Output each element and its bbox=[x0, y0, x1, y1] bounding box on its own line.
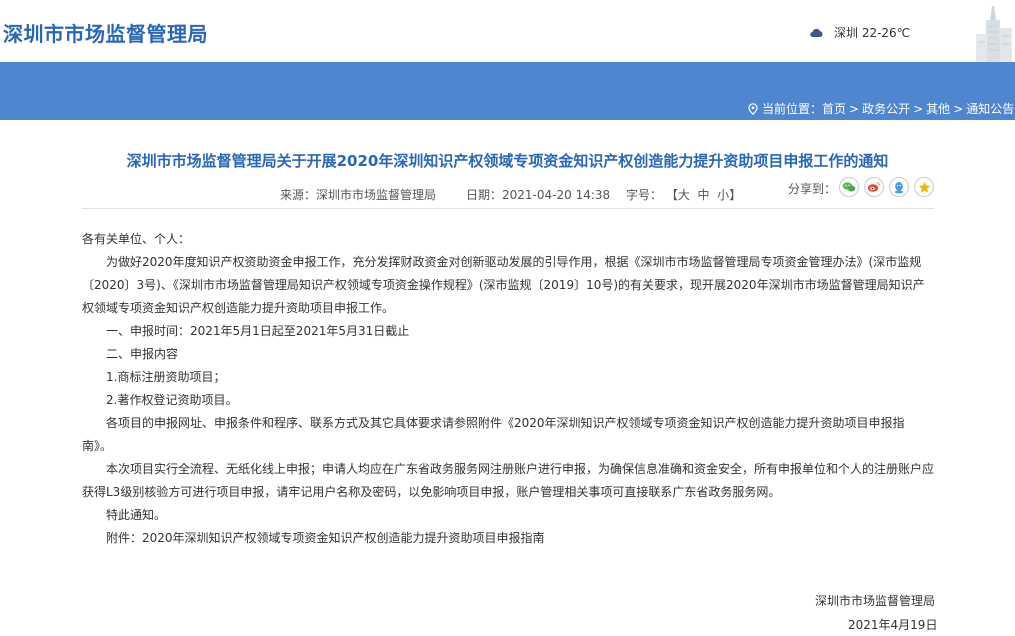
breadcrumb-separator: > bbox=[913, 101, 924, 116]
breadcrumb-notices[interactable]: 通知公告 bbox=[966, 100, 1014, 117]
location-pin-icon bbox=[748, 102, 758, 115]
font-size-label: 字号： bbox=[626, 188, 663, 202]
share-qq-button[interactable] bbox=[889, 177, 909, 197]
share-qzone-button[interactable] bbox=[914, 177, 934, 197]
article-paragraph: 各项目的申报网址、申报条件和程序、联系方式及其它具体要求请参照附件《2020年深… bbox=[82, 416, 905, 453]
site-header: 深圳市市场监督管理局 深圳 22-26℃ bbox=[0, 0, 1015, 62]
article-salutation: 各有关单位、个人： bbox=[82, 232, 191, 246]
breadcrumb: 当前位置： 首页 > 政务公开 > 其他 > 通知公告 bbox=[748, 100, 1014, 117]
weibo-icon bbox=[867, 181, 881, 192]
date-label: 日期： bbox=[466, 188, 503, 202]
share-wechat-button[interactable] bbox=[839, 177, 859, 197]
cloud-icon bbox=[810, 28, 823, 37]
signature-org: 深圳市市场监督管理局 bbox=[815, 594, 936, 608]
article-date: 日期：2021-04-20 14:38 bbox=[466, 186, 610, 203]
site-title[interactable]: 深圳市市场监督管理局 bbox=[3, 18, 208, 47]
font-size-medium[interactable]: 中 bbox=[698, 188, 710, 202]
article-paragraph: 2.著作权登记资助项目。 bbox=[106, 393, 238, 407]
breadcrumb-home[interactable]: 首页 bbox=[822, 100, 846, 117]
building-illustration bbox=[972, 0, 1015, 62]
date-value: 2021-04-20 14:38 bbox=[502, 188, 611, 202]
article-paragraph: 为做好2020年度知识产权资助资金申报工作，充分发挥财政资金对创新驱动发展的引导… bbox=[82, 255, 925, 315]
star-icon bbox=[918, 181, 930, 193]
share-weibo-button[interactable] bbox=[864, 177, 884, 197]
breadcrumb-separator: > bbox=[953, 101, 964, 116]
font-size-small[interactable]: 小 bbox=[717, 188, 729, 202]
signature-date: 2021年4月19日 bbox=[848, 618, 938, 632]
article-title: 深圳市市场监督管理局关于开展2020年深圳知识产权领域专项资金知识产权创造能力提… bbox=[126, 152, 889, 170]
breadcrumb-gov-affairs[interactable]: 政务公开 bbox=[862, 100, 910, 117]
wechat-icon bbox=[842, 182, 856, 192]
font-size-bracket-open: 【 bbox=[665, 188, 678, 202]
font-size-bracket-close: 】 bbox=[729, 188, 742, 202]
breadcrumb-prefix: 当前位置： bbox=[762, 102, 823, 116]
article-paragraph: 特此通知。 bbox=[106, 508, 167, 522]
article-paragraph: 本次项目实行全流程、无纸化线上申报；申请人均应在广东省政务服务网注册账户进行申报… bbox=[82, 462, 935, 499]
meta-divider bbox=[82, 208, 934, 209]
article-source: 来源：深圳市市场监督管理局 bbox=[280, 186, 436, 203]
font-size-control: 字号： 【大 中 小】 bbox=[626, 186, 741, 203]
breadcrumb-separator: > bbox=[849, 101, 860, 116]
article-body: 各有关单位、个人： 为做好2020年度知识产权资助资金申报工作，充分发挥财政资金… bbox=[82, 228, 934, 550]
source-value: 深圳市市场监督管理局 bbox=[316, 188, 437, 202]
weather-widget: 深圳 22-26℃ bbox=[808, 24, 910, 41]
source-label: 来源： bbox=[280, 188, 317, 202]
article-paragraph: 二、申报内容 bbox=[106, 347, 179, 361]
article-paragraph: 一、申报时间：2021年5月1日起至2021年5月31日截止 bbox=[106, 324, 410, 338]
article-attachment-link[interactable]: 附件：2020年深圳知识产权领域专项资金知识产权创造能力提升资助项目申报指南 bbox=[82, 527, 934, 550]
article-paragraph: 1.商标注册资助项目； bbox=[106, 370, 226, 384]
breadcrumb-other[interactable]: 其他 bbox=[926, 100, 950, 117]
qq-icon bbox=[894, 181, 904, 193]
font-size-large[interactable]: 大 bbox=[678, 188, 690, 202]
weather-text: 深圳 22-26℃ bbox=[834, 26, 911, 40]
share-label: 分享到： bbox=[788, 182, 837, 196]
